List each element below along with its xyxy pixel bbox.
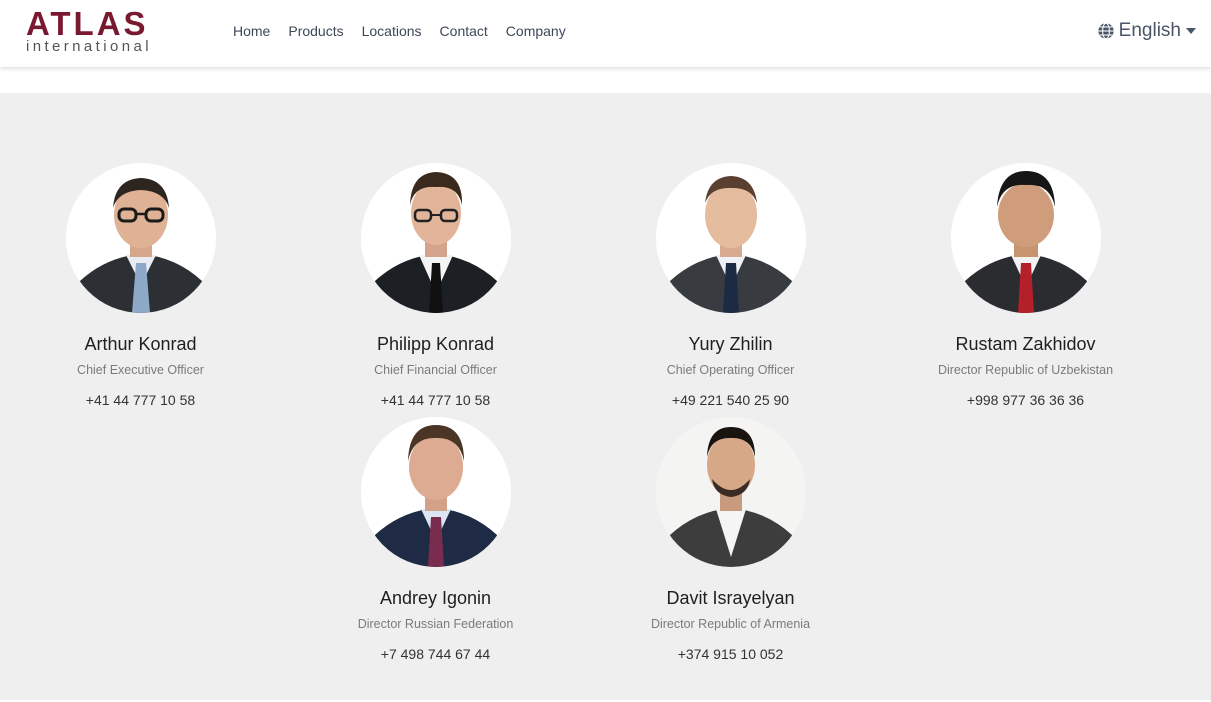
chevron-down-icon	[1186, 28, 1196, 34]
top-navbar: ATLAS international Home Products Locati…	[0, 0, 1211, 67]
team-member-card: Philipp Konrad Chief Financial Officer +…	[288, 163, 583, 409]
nav-link-company[interactable]: Company	[497, 22, 575, 40]
main-nav: Home Products Locations Contact Company	[224, 22, 575, 40]
member-role: Director Republic of Armenia	[650, 617, 811, 631]
language-label: English	[1118, 20, 1181, 41]
avatar-photo	[950, 163, 1101, 313]
member-name: Davit Israyelyan	[666, 588, 795, 608]
logo-wordmark: ATLAS	[26, 5, 149, 42]
member-role: Director Republic of Uzbekistan	[937, 363, 1114, 377]
globe-icon	[1098, 22, 1114, 40]
avatar-photo	[360, 163, 511, 313]
member-name: Yury Zhilin	[688, 334, 773, 354]
language-dropdown[interactable]: English	[1097, 20, 1196, 42]
member-phone[interactable]: +7 498 744 67 44	[288, 646, 583, 663]
nav-link-products[interactable]: Products	[279, 22, 352, 40]
member-name: Andrey Igonin	[379, 588, 492, 608]
nav-link-locations[interactable]: Locations	[353, 22, 431, 40]
member-role: Chief Financial Officer	[374, 363, 497, 377]
team-member-card: Yury Zhilin Chief Operating Officer +49 …	[583, 163, 878, 409]
team-section: Arthur Konrad Chief Executive Officer +4…	[0, 93, 1211, 700]
team-member-card: Rustam Zakhidov Director Republic of Uzb…	[878, 163, 1173, 409]
nav-link-contact[interactable]: Contact	[431, 22, 497, 40]
member-role: Director Russian Federation	[357, 617, 514, 631]
team-member-card: Arthur Konrad Chief Executive Officer +4…	[0, 163, 288, 409]
member-name: Rustam Zakhidov	[955, 334, 1096, 354]
member-role: Chief Operating Officer	[666, 363, 795, 377]
team-member-card: Davit Israyelyan Director Republic of Ar…	[583, 417, 878, 663]
team-member-card: Andrey Igonin Director Russian Federatio…	[288, 417, 583, 663]
avatar-photo	[360, 417, 511, 567]
atlas-logo[interactable]: ATLAS international	[26, 5, 161, 56]
member-phone[interactable]: +41 44 777 10 58	[288, 392, 583, 409]
avatar-photo	[65, 163, 216, 313]
member-phone[interactable]: +998 977 36 36 36	[878, 392, 1173, 409]
avatar-photo	[655, 417, 806, 567]
member-phone[interactable]: +49 221 540 25 90	[583, 392, 878, 409]
nav-link-home[interactable]: Home	[224, 22, 279, 40]
member-role: Chief Executive Officer	[77, 363, 204, 377]
member-phone[interactable]: +374 915 10 052	[583, 646, 878, 663]
member-name: Arthur Konrad	[84, 334, 197, 354]
member-phone[interactable]: +41 44 777 10 58	[0, 392, 288, 409]
avatar-photo	[655, 163, 806, 313]
member-name: Philipp Konrad	[376, 334, 495, 354]
logo-tagline: international	[26, 38, 152, 55]
